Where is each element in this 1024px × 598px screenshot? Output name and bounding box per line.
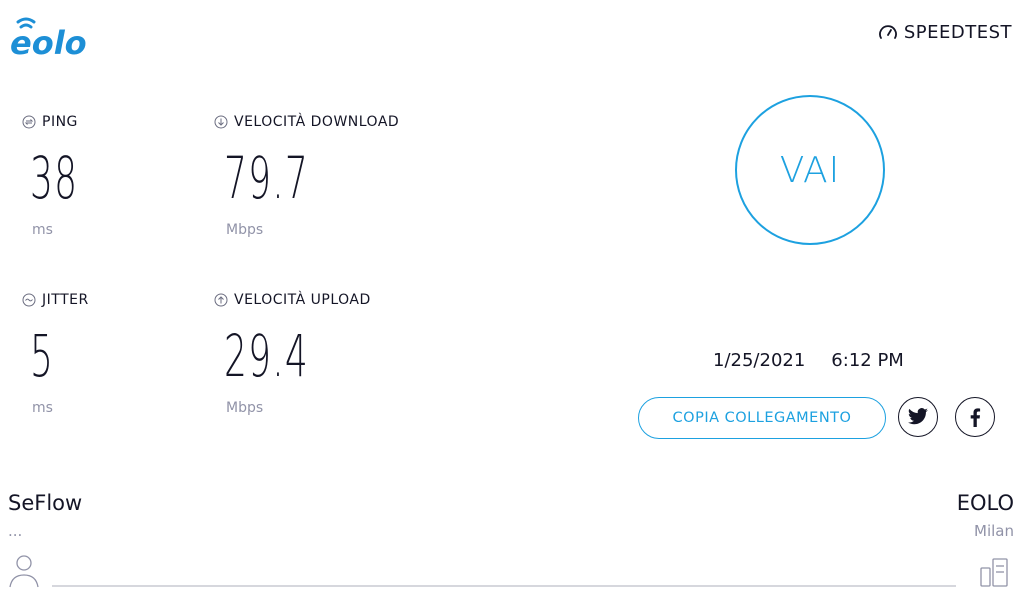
go-button[interactable]: VAI	[735, 95, 885, 245]
copy-link-label: COPIA COLLEGAMENTO	[672, 410, 852, 426]
copy-link-button[interactable]: COPIA COLLEGAMENTO	[638, 397, 886, 439]
download-unit: Mbps	[226, 222, 264, 238]
download-header: VELOCITÀ DOWNLOAD	[214, 114, 399, 130]
facebook-icon	[970, 408, 981, 427]
upload-value: 29.4	[224, 322, 310, 390]
ping-unit: ms	[32, 222, 53, 238]
twitter-share-button[interactable]	[898, 397, 938, 437]
jitter-value: 5	[30, 322, 55, 390]
upload-unit: Mbps	[226, 400, 264, 416]
gauge-icon	[878, 24, 897, 39]
result-date: 1/25/2021	[713, 350, 806, 371]
ping-icon	[22, 115, 36, 129]
download-value: 79.7	[224, 144, 310, 212]
jitter-unit: ms	[32, 400, 53, 416]
upload-header: VELOCITÀ UPLOAD	[214, 292, 371, 308]
server-location: Milan	[974, 522, 1014, 540]
ping-header: PING	[22, 114, 78, 130]
logo-text: eolo	[10, 24, 87, 60]
user-icon	[8, 553, 44, 593]
ping-label: PING	[42, 114, 78, 130]
arrow-up-circle-icon	[214, 293, 228, 307]
connection-line	[52, 585, 956, 587]
result-datetime: 1/25/2021 6:12 PM	[713, 350, 904, 371]
facebook-share-button[interactable]	[955, 397, 995, 437]
result-time: 6:12 PM	[831, 350, 904, 371]
ping-value: 38	[30, 144, 79, 212]
client-isp-name: SeFlow	[8, 491, 83, 515]
wave-circle-icon	[22, 293, 36, 307]
server-icon	[978, 556, 1014, 592]
arrow-down-circle-icon	[214, 115, 228, 129]
upload-label: VELOCITÀ UPLOAD	[234, 292, 371, 308]
eolo-logo[interactable]: eolo	[8, 14, 98, 62]
jitter-label: JITTER	[42, 292, 89, 308]
speedtest-brand[interactable]: SPEEDTEST	[878, 22, 1012, 43]
twitter-icon	[908, 408, 928, 425]
eolo-logo-graphic: eolo	[10, 17, 87, 62]
jitter-header: JITTER	[22, 292, 89, 308]
client-ip: ...	[8, 522, 23, 540]
speedtest-label: SPEEDTEST	[903, 22, 1012, 43]
go-button-label: VAI	[779, 149, 841, 191]
download-label: VELOCITÀ DOWNLOAD	[234, 114, 400, 130]
server-name[interactable]: EOLO	[957, 491, 1014, 515]
